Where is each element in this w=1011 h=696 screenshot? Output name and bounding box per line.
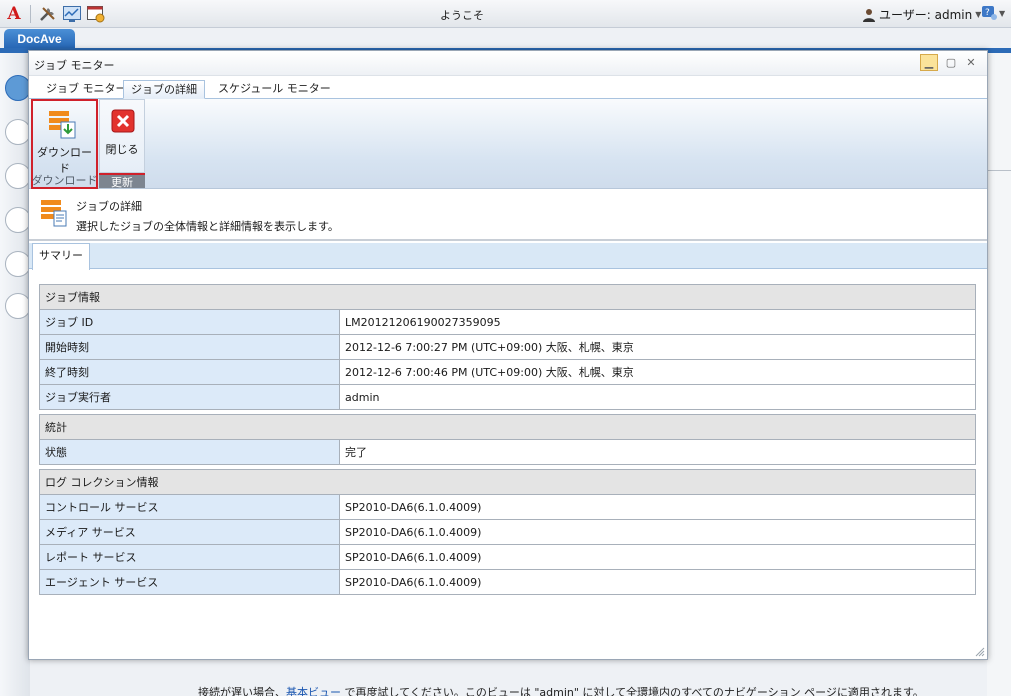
row-key: メディア サービス xyxy=(39,519,340,545)
tab-job-details[interactable]: ジョブの詳細 xyxy=(123,80,205,99)
section-header-row: ログ コレクション情報 xyxy=(39,469,976,495)
user-label: ユーザー: admin xyxy=(879,8,973,22)
welcome-text: ようこそ xyxy=(440,9,484,22)
tab-summary[interactable]: サマリー xyxy=(32,243,90,270)
ribbon-group-download: ダウンロード xyxy=(31,174,98,187)
background-divider xyxy=(987,170,1011,171)
row-key: 状態 xyxy=(39,439,340,465)
download-icon xyxy=(49,111,76,139)
row-value: 2012-12-6 7:00:27 PM (UTC+09:00) 大阪、札幌、東… xyxy=(339,334,976,360)
table-row: 状態 完了 xyxy=(39,439,976,465)
info-panel: ジョブの詳細 選択したジョブの全体情報と詳細情報を表示します。 xyxy=(29,189,987,241)
chevron-down-icon: ▼ xyxy=(999,8,1006,18)
job-details-table: ジョブ情報 ジョブ ID LM20121206190027359095 開始時刻 2… xyxy=(39,284,976,595)
help-icon: ? xyxy=(982,6,997,20)
calendar-window-icon[interactable] xyxy=(86,4,106,24)
row-value: 完了 xyxy=(339,439,976,465)
section-header: ログ コレクション情報 xyxy=(39,469,976,495)
left-rail xyxy=(0,53,31,696)
resize-grip-icon[interactable] xyxy=(975,647,985,657)
table-row: 終了時刻 2012-12-6 7:00:46 PM (UTC+09:00) 大阪、… xyxy=(39,359,976,385)
dialog-title: ジョブ モニター xyxy=(34,59,115,72)
download-label: ダウンロード xyxy=(37,146,92,175)
table-row: 開始時刻 2012-12-6 7:00:27 PM (UTC+09:00) 大阪、… xyxy=(39,334,976,360)
row-value: LM20121206190027359095 xyxy=(339,309,976,335)
tab-job-monitor[interactable]: ジョブ モニター xyxy=(39,80,134,99)
info-title: ジョブの詳細 xyxy=(76,200,142,213)
row-value: SP2010-DA6(6.1.0.4009) xyxy=(339,519,976,545)
user-icon xyxy=(863,8,875,22)
ribbon-group-update: 更新 xyxy=(99,173,145,189)
section-header: 統計 xyxy=(39,414,976,440)
maximize-button[interactable]: ▢ xyxy=(942,54,960,71)
table-row: コントロール サービス SP2010-DA6(6.1.0.4009) xyxy=(39,494,976,520)
job-details-table-wrap: ジョブ情報 ジョブ ID LM20121206190027359095 開始時刻 2… xyxy=(39,284,976,595)
info-description: 選択したジョブの全体情報と詳細情報を表示します。 xyxy=(76,220,339,233)
help-menu[interactable]: ? ▼ xyxy=(981,5,1005,21)
close-icon xyxy=(111,109,135,133)
row-key: エージェント サービス xyxy=(39,569,340,595)
close-button[interactable]: 閉じる xyxy=(99,99,145,173)
dialog-titlebar[interactable]: ジョブ モニター ▁ ▢ ✕ xyxy=(29,51,987,76)
user-menu[interactable]: ユーザー: admin ▼ xyxy=(862,6,981,23)
close-window-button[interactable]: ✕ xyxy=(962,54,980,71)
table-row: ジョブ ID LM20121206190027359095 xyxy=(39,309,976,335)
row-key: コントロール サービス xyxy=(39,494,340,520)
section-header: ジョブ情報 xyxy=(39,284,976,310)
row-key: 終了時刻 xyxy=(39,359,340,385)
ribbon: ダウンロード 閉じる ダウンロード 更新 xyxy=(29,99,987,189)
section-header-row: 統計 xyxy=(39,414,976,440)
row-key: ジョブ ID xyxy=(39,309,340,335)
close-label: 閉じる xyxy=(105,143,139,156)
message-text: 接続が遅い場合、 xyxy=(198,686,286,696)
table-row: メディア サービス SP2010-DA6(6.1.0.4009) xyxy=(39,519,976,545)
row-value: SP2010-DA6(6.1.0.4009) xyxy=(339,569,976,595)
row-key: ジョブ実行者 xyxy=(39,384,340,410)
table-row: エージェント サービス SP2010-DA6(6.1.0.4009) xyxy=(39,569,976,595)
row-value: SP2010-DA6(6.1.0.4009) xyxy=(339,544,976,570)
message-text-rest: で再度試してください。このビューは "admin" に対して全環境内のすべてのナ… xyxy=(341,686,924,696)
basic-view-message: 接続が遅い場合、基本ビュー で再度試してください。このビューは "admin" … xyxy=(198,684,924,696)
job-monitor-dialog: ジョブ モニター ▁ ▢ ✕ ジョブ モニター ジョブの詳細 スケジュール モニ… xyxy=(28,50,988,660)
tools-icon[interactable] xyxy=(38,4,58,24)
row-value: 2012-12-6 7:00:46 PM (UTC+09:00) 大阪、札幌、東… xyxy=(339,359,976,385)
section-header-row: ジョブ情報 xyxy=(39,284,976,310)
minimize-button[interactable]: ▁ xyxy=(920,54,938,71)
monitor-chart-icon[interactable] xyxy=(62,4,82,24)
job-details-icon xyxy=(41,200,67,227)
top-bar: A ようこそ ユーザー: admin ▼ ? ▼ xyxy=(0,0,1011,28)
summary-tabbar: サマリー xyxy=(29,243,987,270)
toolbar-separator xyxy=(30,5,31,23)
table-row: ジョブ実行者 admin xyxy=(39,384,976,410)
app-tab-docave[interactable]: DocAve xyxy=(4,29,75,49)
tab-schedule-monitor[interactable]: スケジュール モニター xyxy=(211,80,338,99)
row-value: admin xyxy=(339,384,976,410)
row-value: SP2010-DA6(6.1.0.4009) xyxy=(339,494,976,520)
dialog-tabstrip: ジョブ モニター ジョブの詳細 スケジュール モニター xyxy=(29,77,987,99)
svg-text:?: ? xyxy=(985,8,990,18)
row-key: レポート サービス xyxy=(39,544,340,570)
row-key: 開始時刻 xyxy=(39,334,340,360)
table-row: レポート サービス SP2010-DA6(6.1.0.4009) xyxy=(39,544,976,570)
basic-view-link[interactable]: 基本ビュー xyxy=(286,686,341,696)
background-panel xyxy=(987,53,1011,696)
docave-logo-icon[interactable]: A xyxy=(4,4,24,24)
